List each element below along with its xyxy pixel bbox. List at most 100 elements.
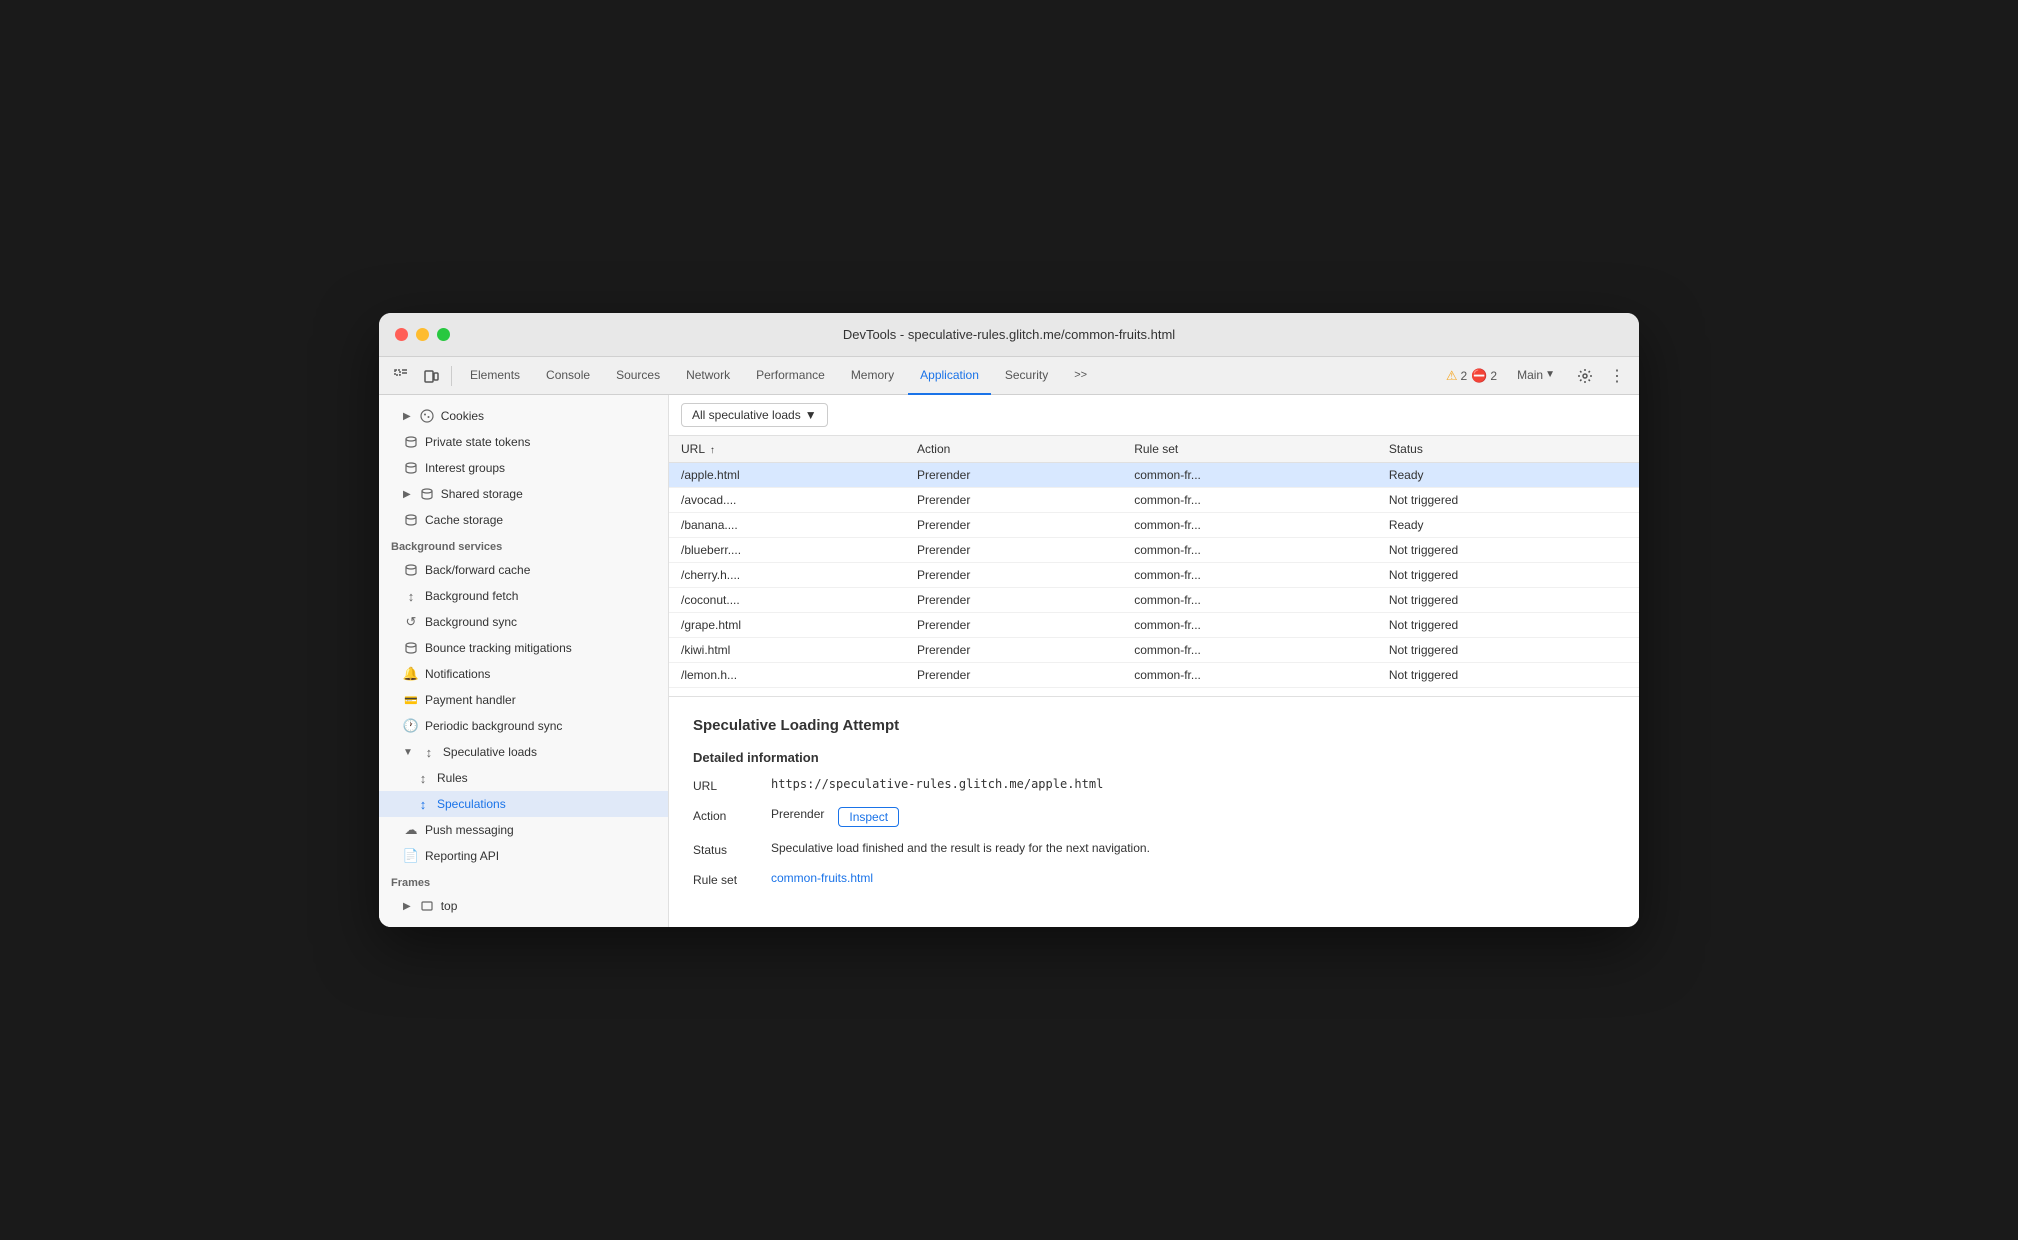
table-row[interactable]: /cherry.h....Prerendercommon-fr...Not tr… <box>669 563 1639 588</box>
speculative-icon: ↕ <box>421 744 437 760</box>
more-options-icon[interactable]: ⋮ <box>1603 362 1631 390</box>
col-status[interactable]: Status <box>1377 436 1639 463</box>
table-row[interactable]: /apple.htmlPrerendercommon-fr...Ready <box>669 463 1639 488</box>
sidebar-item-back-forward-cache[interactable]: Back/forward cache <box>379 557 668 583</box>
main-target[interactable]: Main ▼ <box>1505 357 1567 395</box>
tab-more[interactable]: >> <box>1062 357 1099 395</box>
cookie-icon <box>419 408 435 424</box>
table-cell-status: Ready <box>1377 463 1639 488</box>
inspect-button[interactable]: Inspect <box>838 807 899 827</box>
chevron-right-icon: ▶ <box>403 411 411 422</box>
table-cell-url: /cherry.h.... <box>669 563 905 588</box>
sidebar-label-speculations: Speculations <box>437 797 506 811</box>
warnings-badge[interactable]: ⚠ 2 <box>1446 368 1467 384</box>
detail-title: Speculative Loading Attempt <box>693 717 1615 734</box>
table-cell-action: Prerender <box>905 538 1122 563</box>
table-cell-url: /grape.html <box>669 613 905 638</box>
sidebar-item-notifications[interactable]: 🔔 Notifications <box>379 661 668 687</box>
sidebar-item-bounce-tracking[interactable]: Bounce tracking mitigations <box>379 635 668 661</box>
title-bar: DevTools - speculative-rules.glitch.me/c… <box>379 313 1639 357</box>
sidebar-label-background-sync: Background sync <box>425 615 517 629</box>
sidebar-label-background-fetch: Background fetch <box>425 589 518 603</box>
table-cell-status: Not triggered <box>1377 613 1639 638</box>
sidebar-item-push-messaging[interactable]: ☁ Push messaging <box>379 817 668 843</box>
minimize-button[interactable] <box>416 328 429 341</box>
detail-value-rule-set-link[interactable]: common-fruits.html <box>771 871 873 885</box>
table-cell-status: Not triggered <box>1377 488 1639 513</box>
sidebar-item-cookies[interactable]: ▶ Cookies <box>379 403 668 429</box>
traffic-lights <box>395 328 450 341</box>
table-row[interactable]: /kiwi.htmlPrerendercommon-fr...Not trigg… <box>669 638 1639 663</box>
detail-label-action: Action <box>693 807 763 823</box>
table-cell-action: Prerender <box>905 638 1122 663</box>
table-cell-status: Ready <box>1377 513 1639 538</box>
main-dropdown-icon: ▼ <box>1545 369 1555 380</box>
settings-icon[interactable] <box>1571 362 1599 390</box>
tab-application[interactable]: Application <box>908 357 991 395</box>
database-icon-2 <box>403 460 419 476</box>
table-row[interactable]: /coconut....Prerendercommon-fr...Not tri… <box>669 588 1639 613</box>
table-cell-status: Not triggered <box>1377 638 1639 663</box>
sidebar-label-back-forward-cache: Back/forward cache <box>425 563 530 577</box>
sidebar-label-private-state-tokens: Private state tokens <box>425 435 530 449</box>
inspect-element-icon[interactable] <box>387 362 415 390</box>
database-icon-1 <box>403 434 419 450</box>
tab-console[interactable]: Console <box>534 357 602 395</box>
errors-badge[interactable]: ⛔ 2 <box>1471 368 1497 384</box>
sidebar-item-reporting-api[interactable]: 📄 Reporting API <box>379 843 668 869</box>
col-url[interactable]: URL ↑ <box>669 436 905 463</box>
sidebar-label-bounce-tracking: Bounce tracking mitigations <box>425 641 572 655</box>
sidebar-item-periodic-bg-sync[interactable]: 🕐 Periodic background sync <box>379 713 668 739</box>
table-row[interactable]: /blueberr....Prerendercommon-fr...Not tr… <box>669 538 1639 563</box>
sidebar-label-cookies: Cookies <box>441 409 484 423</box>
sidebar-item-top[interactable]: ▶ top <box>379 893 668 919</box>
sidebar-item-cache-storage[interactable]: Cache storage <box>379 507 668 533</box>
filter-dropdown[interactable]: All speculative loads ▼ <box>681 403 828 427</box>
table-cell-url: /coconut.... <box>669 588 905 613</box>
close-button[interactable] <box>395 328 408 341</box>
tab-performance[interactable]: Performance <box>744 357 837 395</box>
table-row[interactable]: /grape.htmlPrerendercommon-fr...Not trig… <box>669 613 1639 638</box>
sidebar-item-rules[interactable]: ↕ Rules <box>379 765 668 791</box>
chevron-right-icon-2: ▶ <box>403 489 411 500</box>
device-toolbar-icon[interactable] <box>417 362 445 390</box>
tab-network[interactable]: Network <box>674 357 742 395</box>
sidebar-label-push-messaging: Push messaging <box>425 823 514 837</box>
sidebar-item-background-fetch[interactable]: ↕ Background fetch <box>379 583 668 609</box>
table-row[interactable]: /avocad....Prerendercommon-fr...Not trig… <box>669 488 1639 513</box>
maximize-button[interactable] <box>437 328 450 341</box>
chevron-right-icon-3: ▶ <box>403 901 411 912</box>
table-cell-url: /kiwi.html <box>669 638 905 663</box>
sidebar-item-shared-storage[interactable]: ▶ Shared storage <box>379 481 668 507</box>
sidebar: ▶ Cookies Private <box>379 395 669 927</box>
tab-sources[interactable]: Sources <box>604 357 672 395</box>
table-cell-url: /banana.... <box>669 513 905 538</box>
col-rule-set[interactable]: Rule set <box>1122 436 1377 463</box>
database-icon-5 <box>403 562 419 578</box>
sidebar-label-interest-groups: Interest groups <box>425 461 505 475</box>
tab-security[interactable]: Security <box>993 357 1060 395</box>
table-cell-rule-set: common-fr... <box>1122 488 1377 513</box>
bell-icon: 🔔 <box>403 666 419 682</box>
sidebar-item-interest-groups[interactable]: Interest groups <box>379 455 668 481</box>
detail-row-action: Action Prerender Inspect <box>693 807 1615 827</box>
col-action[interactable]: Action <box>905 436 1122 463</box>
sidebar-item-background-sync[interactable]: ↺ Background sync <box>379 609 668 635</box>
detail-value-url: https://speculative-rules.glitch.me/appl… <box>771 777 1103 791</box>
table-row[interactable]: /lemon.h...Prerendercommon-fr...Not trig… <box>669 663 1639 688</box>
table-cell-rule-set: common-fr... <box>1122 663 1377 688</box>
speculations-icon: ↕ <box>415 796 431 812</box>
payment-icon: 💳 <box>403 692 419 708</box>
sidebar-item-private-state-tokens[interactable]: Private state tokens <box>379 429 668 455</box>
tab-memory[interactable]: Memory <box>839 357 906 395</box>
tab-elements[interactable]: Elements <box>458 357 532 395</box>
window-title: DevTools - speculative-rules.glitch.me/c… <box>843 327 1175 342</box>
detail-row-rule-set: Rule set common-fruits.html <box>693 871 1615 887</box>
table-cell-action: Prerender <box>905 613 1122 638</box>
devtools-window: DevTools - speculative-rules.glitch.me/c… <box>379 313 1639 927</box>
sidebar-item-payment-handler[interactable]: 💳 Payment handler <box>379 687 668 713</box>
table-row[interactable]: /banana....Prerendercommon-fr...Ready <box>669 513 1639 538</box>
sidebar-item-speculations[interactable]: ↕ Speculations <box>379 791 668 817</box>
sidebar-item-speculative-loads[interactable]: ▼ ↕ Speculative loads <box>379 739 668 765</box>
sort-arrow-icon: ↑ <box>710 445 715 456</box>
